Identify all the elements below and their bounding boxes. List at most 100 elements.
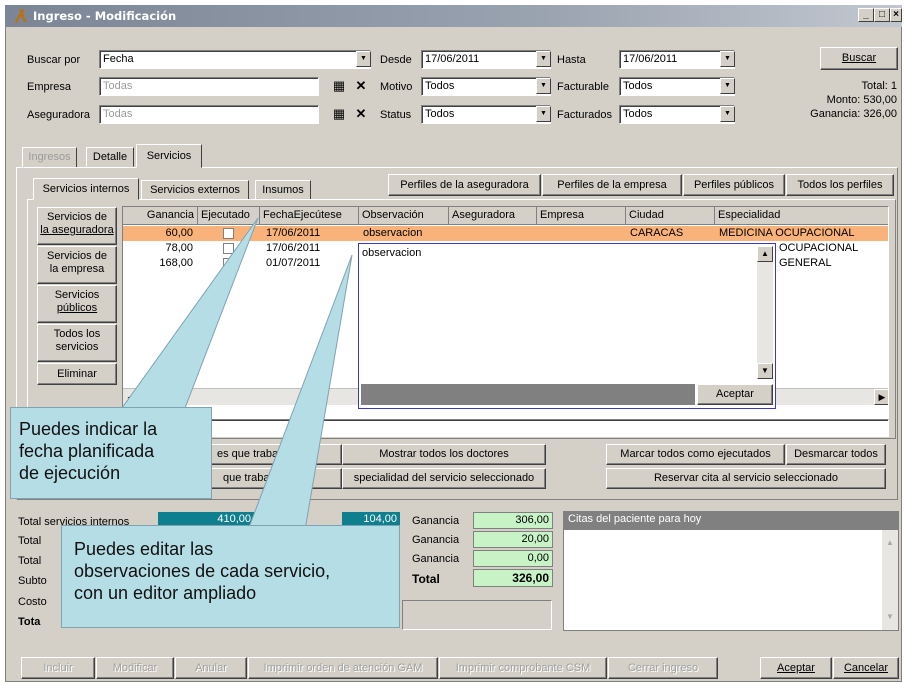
- servicios-publicos-button[interactable]: Servicios públicos: [37, 285, 117, 323]
- tab-detalle[interactable]: Detalle: [86, 147, 134, 167]
- ganancia-label: Ganancia: [412, 553, 460, 565]
- grid-header-empresa[interactable]: Empresa: [537, 207, 626, 225]
- perfiles-publicos-button[interactable]: Perfiles públicos: [683, 174, 785, 196]
- side-label: Servicios de: [47, 211, 107, 223]
- imprimir-comprobante-button[interactable]: Imprimir comprobante CSM: [439, 657, 607, 679]
- editor-text[interactable]: observacion: [362, 247, 421, 259]
- scroll-down-icon[interactable]: ▼: [757, 363, 773, 379]
- scroll-left-icon[interactable]: ◀: [123, 390, 139, 405]
- empresa-field[interactable]: Todas: [99, 77, 319, 96]
- ejecutado-checkbox[interactable]: [223, 243, 234, 254]
- clear-x-icon[interactable]: ✕: [352, 78, 370, 95]
- chevron-down-icon[interactable]: ▼: [536, 78, 551, 94]
- grid-picker-icon[interactable]: ▦: [330, 78, 348, 95]
- eliminar-button[interactable]: Eliminar: [37, 363, 117, 385]
- tab-servicios[interactable]: Servicios: [136, 144, 202, 168]
- marcar-todos-ejecutados-button[interactable]: Marcar todos como ejecutados: [606, 444, 785, 465]
- status-select[interactable]: Todos: [421, 105, 551, 124]
- scroll-right-icon[interactable]: ▶: [874, 389, 888, 405]
- total-ganancia-label: Total: [412, 572, 440, 586]
- anular-button[interactable]: Anular: [175, 657, 247, 679]
- chevron-down-icon[interactable]: ▼: [356, 51, 371, 67]
- ejecutado-checkbox[interactable]: [223, 258, 234, 269]
- mostrar-todos-doctores-button[interactable]: Mostrar todos los doctores: [342, 444, 546, 465]
- chevron-down-icon[interactable]: ▼: [720, 106, 735, 122]
- incluir-button[interactable]: Incluir: [21, 657, 95, 679]
- scroll-up-icon[interactable]: ▲: [882, 538, 898, 552]
- chevron-down-icon[interactable]: ▼: [720, 78, 735, 94]
- tab-insumos[interactable]: Insumos: [255, 180, 311, 200]
- desmarcar-todos-button[interactable]: Desmarcar todos: [786, 444, 886, 465]
- motivo-select[interactable]: Todos: [421, 77, 551, 96]
- citas-vertical-scrollbar[interactable]: ▲ ▼: [882, 530, 898, 630]
- servicios-empresa-button[interactable]: Servicios de la empresa: [37, 246, 117, 284]
- callout-text: fecha planificada: [19, 441, 155, 461]
- subtotal-label: Subto: [18, 575, 47, 587]
- grid-header-observacion[interactable]: Observación: [359, 207, 449, 225]
- title-bar[interactable]: Ingreso - Modificación _ □ ×: [5, 5, 902, 27]
- desde-date[interactable]: 17/06/2011: [421, 50, 551, 69]
- aseguradora-field[interactable]: Todas: [99, 105, 319, 124]
- grid-header-aseguradora[interactable]: Aseguradora: [449, 207, 537, 225]
- facturados-select[interactable]: Todos: [619, 105, 735, 124]
- ganancia-externos-value: 20,00: [473, 531, 553, 548]
- especialidad-servicio-button[interactable]: specialidad del servicio seleccionado: [342, 468, 546, 489]
- monto-value: Monto: 530,00: [826, 94, 897, 106]
- cancelar-button[interactable]: Cancelar: [833, 657, 899, 679]
- side-label: la aseguradora: [40, 224, 114, 236]
- tab-ingresos[interactable]: Ingresos: [22, 147, 77, 167]
- grid-picker-icon[interactable]: ▦: [330, 106, 348, 123]
- grid-header-ganancia[interactable]: Ganancia: [123, 207, 198, 225]
- modificar-button[interactable]: Modificar: [96, 657, 174, 679]
- callout-text: Puedes editar las: [74, 539, 214, 559]
- cerrar-ingreso-button[interactable]: Cerrar ingreso: [608, 657, 718, 679]
- clear-x-icon[interactable]: ✕: [352, 106, 370, 123]
- scroll-down-icon[interactable]: ▼: [882, 612, 898, 626]
- buscar-button[interactable]: Buscar: [820, 47, 898, 70]
- doctor-filter-field[interactable]: [122, 419, 889, 437]
- side-label: Todos los: [53, 328, 101, 340]
- observation-editor[interactable]: observacion ▲ ▼ Aceptar: [358, 243, 776, 409]
- tab-servicios-externos[interactable]: Servicios externos: [141, 180, 249, 200]
- aceptar-button[interactable]: Aceptar: [760, 657, 832, 679]
- perfiles-empresa-button[interactable]: Perfiles de la empresa: [542, 174, 682, 196]
- todos-perfiles-button[interactable]: Todos los perfiles: [786, 174, 894, 196]
- grid-header-fecha[interactable]: FechaEjecútese: [260, 207, 359, 225]
- ganancia-total-value: 326,00: [473, 569, 553, 587]
- ganancia-label: Ganancia: [412, 534, 460, 546]
- side-label: Servicios: [54, 289, 100, 301]
- close-icon[interactable]: ×: [890, 8, 902, 22]
- doctores-que-trabajan-especialidad-button[interactable]: que trabaj: [190, 468, 342, 489]
- ganancia-value: Ganancia: 326,00: [810, 108, 897, 120]
- imprimir-orden-button[interactable]: Imprimir orden de atención GAM: [248, 657, 438, 679]
- editor-vertical-scrollbar[interactable]: ▲ ▼: [757, 246, 773, 379]
- tab-servicios-internos[interactable]: Servicios internos: [33, 178, 139, 200]
- side-label: públicos: [56, 302, 98, 314]
- buscar-por-select[interactable]: Fecha: [99, 50, 371, 69]
- minimize-icon[interactable]: _: [858, 8, 874, 22]
- doctores-que-trabajan-button[interactable]: es que trabaj: [190, 444, 342, 465]
- window-title: Ingreso - Modificación: [33, 9, 177, 23]
- ejecutado-checkbox[interactable]: [223, 228, 234, 239]
- scroll-up-icon[interactable]: ▲: [757, 246, 773, 262]
- todos-servicios-button[interactable]: Todos los servicios: [37, 324, 117, 362]
- grid-header-ciudad[interactable]: Ciudad: [626, 207, 715, 225]
- chevron-down-icon[interactable]: ▼: [536, 106, 551, 122]
- total-general-label: Tota: [18, 616, 41, 628]
- citas-list[interactable]: ▲ ▼: [563, 529, 899, 631]
- editor-status-bar: [361, 384, 695, 405]
- maximize-icon[interactable]: □: [874, 8, 890, 22]
- hasta-date[interactable]: 17/06/2011: [619, 50, 735, 69]
- editor-accept-button[interactable]: Aceptar: [697, 384, 773, 405]
- callout-text: Puedes indicar la: [19, 419, 158, 439]
- facturable-select[interactable]: Todos: [619, 77, 735, 96]
- chevron-down-icon[interactable]: ▼: [720, 51, 735, 67]
- grid-cell-ganancia: 168,00: [159, 257, 193, 269]
- total-label: Total: [18, 535, 42, 547]
- grid-header-especialidad[interactable]: Especialidad: [715, 207, 888, 225]
- grid-header-ejecutado[interactable]: Ejecutado: [198, 207, 260, 225]
- servicios-aseguradora-button[interactable]: Servicios de la aseguradora: [37, 207, 117, 245]
- chevron-down-icon[interactable]: ▼: [536, 51, 551, 67]
- reservar-cita-button[interactable]: Reservar cita al servicio seleccionado: [606, 468, 886, 489]
- perfiles-aseguradora-button[interactable]: Perfiles de la aseguradora: [388, 174, 541, 196]
